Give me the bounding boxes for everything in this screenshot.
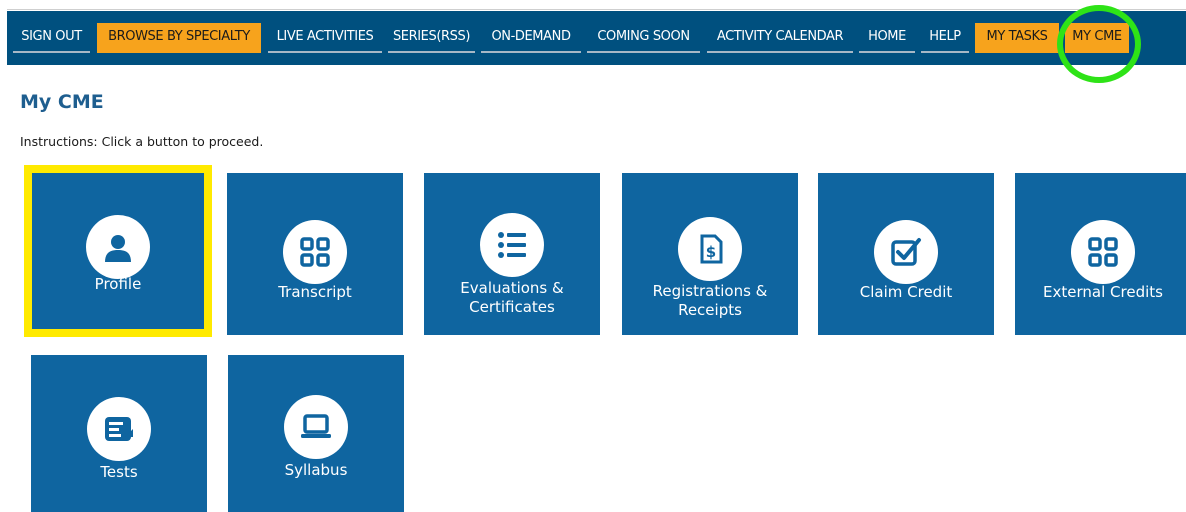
nav-live-activities[interactable]: LIVE ACTIVITIES <box>268 23 382 53</box>
nav-coming-soon[interactable]: COMING SOON <box>587 23 700 53</box>
grid-icon <box>1071 220 1135 284</box>
test-document-icon <box>87 397 151 461</box>
nav-separator <box>1062 30 1063 46</box>
tile-profile[interactable]: Profile <box>24 165 212 337</box>
nav-help[interactable]: HELP <box>921 23 969 53</box>
main-navbar: SIGN OUT BROWSE BY SPECIALTY LIVE ACTIVI… <box>7 5 1186 83</box>
list-icon <box>480 213 544 277</box>
tile-label: Transcript <box>278 283 352 301</box>
tile-label: Registrations & Receipts <box>652 282 768 319</box>
tile-registrations-receipts[interactable]: $ Registrations & Receipts <box>622 173 798 335</box>
tile-label: Tests <box>100 463 138 481</box>
tile-label: External Credits <box>1043 283 1163 301</box>
top-divider <box>7 9 1186 10</box>
tile-evaluations-certificates[interactable]: Evaluations & Certificates <box>424 173 600 335</box>
checkbox-icon <box>874 220 938 284</box>
svg-text:$: $ <box>706 243 716 261</box>
nav-my-tasks[interactable]: MY TASKS <box>975 23 1059 53</box>
tile-tests[interactable]: Tests <box>31 355 207 512</box>
nav-browse-by-specialty[interactable]: BROWSE BY SPECIALTY <box>97 23 261 53</box>
tile-transcript[interactable]: Transcript <box>227 173 403 335</box>
nav-activity-calendar[interactable]: ACTIVITY CALENDAR <box>707 23 853 53</box>
tile-claim-credit[interactable]: Claim Credit <box>818 173 994 335</box>
tile-label: Profile <box>94 275 142 293</box>
grid-icon <box>283 220 347 284</box>
person-icon <box>86 215 150 279</box>
nav-my-cme[interactable]: MY CME <box>1065 23 1129 53</box>
tile-external-credits[interactable]: External Credits <box>1015 173 1186 335</box>
nav-sign-out[interactable]: SIGN OUT <box>13 23 90 53</box>
receipt-dollar-icon: $ <box>678 217 742 281</box>
nav-series-rss[interactable]: SERIES(RSS) <box>388 23 475 53</box>
page-title: My CME <box>20 91 104 113</box>
nav-on-demand[interactable]: ON-DEMAND <box>481 23 581 53</box>
tile-label: Claim Credit <box>859 283 953 301</box>
instructions-text: Instructions: Click a button to proceed. <box>20 134 264 149</box>
tile-syllabus[interactable]: Syllabus <box>228 355 404 512</box>
tile-label: Evaluations & Certificates <box>460 279 564 316</box>
laptop-icon <box>284 395 348 459</box>
tile-label: Syllabus <box>284 461 348 479</box>
nav-home[interactable]: HOME <box>859 23 915 53</box>
